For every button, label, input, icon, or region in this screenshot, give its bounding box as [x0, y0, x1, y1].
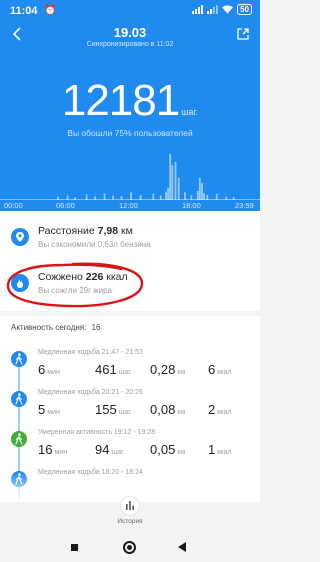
activity-bar	[198, 177, 201, 200]
activity-steps: 94 шаг.	[95, 442, 125, 457]
activity-bar	[201, 183, 203, 200]
activity-bar	[184, 192, 186, 200]
activity-steps: 155 шаг.	[95, 402, 132, 417]
page-title: 19.03	[113, 25, 147, 40]
walking-icon	[11, 391, 27, 407]
distance-label: Расстояние	[38, 225, 95, 237]
sync-status: Синхронизировано в 11:02	[86, 41, 174, 48]
bar-chart-icon	[120, 496, 140, 516]
activity-bar	[174, 161, 177, 200]
time-axis: 00:00 06:00 12:00 18:00 23:59	[0, 201, 260, 211]
app-screen: 11:04 ⏰ 50 19.03 Синхронизировано в 11:0…	[0, 0, 260, 562]
walking-icon	[11, 351, 27, 367]
home-button[interactable]	[123, 541, 136, 554]
steps-header: 11:04 ⏰ 50 19.03 Синхронизировано в 11:0…	[0, 0, 260, 211]
activity-stats: 5 мин 155 шаг. 0,08 км 2 ккал	[38, 401, 253, 417]
activity-bar	[196, 191, 199, 200]
recents-button[interactable]	[71, 544, 78, 551]
activity-distance: 0,05 км	[150, 442, 186, 457]
distance-subtitle: Вы сэкономили 0,63л бензина	[38, 240, 151, 249]
activity-title: Умеренная активность 19:12 - 19:28	[38, 429, 156, 436]
activity-item[interactable]: Медленная ходьба 20:21 - 20:26 5 мин 155 ш…	[0, 389, 260, 429]
alarm-icon: ⏰	[44, 5, 57, 16]
steps-counter: 12181 шаг.	[0, 76, 260, 126]
activity-bar	[169, 154, 172, 200]
activity-distance: 0,28 км	[150, 362, 186, 377]
activity-title: Медленная ходьба 20:21 - 20:26	[38, 389, 143, 396]
time-tick: 23:59	[235, 201, 254, 210]
activity-bar	[167, 187, 169, 200]
time-tick: 18:00	[182, 201, 201, 210]
activity-bar	[203, 193, 205, 200]
activity-bar	[165, 191, 167, 200]
activity-distance: 0,08 км	[150, 402, 186, 417]
activity-minutes: 16 мин	[38, 442, 68, 457]
activities-title: Активность сегодня:	[11, 323, 87, 332]
activities-header: Активность сегодня: 16	[11, 323, 100, 332]
activity-calories: 2 ккал	[208, 402, 232, 417]
status-time: 11:04	[10, 5, 38, 17]
wifi-icon	[222, 5, 234, 14]
activity-calories: 1 ккал	[208, 442, 232, 457]
location-pin-icon	[11, 228, 29, 246]
activity-stats: 16 мин 94 шаг. 0,05 км 1 ккал	[38, 441, 253, 457]
activity-chart	[0, 154, 260, 200]
activity-bar	[171, 165, 174, 200]
history-button[interactable]: История	[105, 496, 155, 528]
activity-stats: 6 мин 461 шаг. 0,28 км 6 ккал	[38, 361, 253, 377]
history-label: История	[117, 518, 143, 525]
time-tick: 06:00	[56, 201, 75, 210]
activities-count: 16	[91, 323, 101, 332]
distance-title: Расстояние 7,98 км	[38, 225, 133, 237]
time-tick: 12:00	[119, 201, 138, 210]
time-tick: 00:00	[4, 201, 23, 210]
highlight-circle	[6, 262, 144, 308]
back-button[interactable]	[178, 542, 186, 552]
activity-title: Медленная ходьба 21:47 - 21:53	[38, 349, 143, 356]
activity-item[interactable]: Умеренная активность 19:12 - 19:28 16 мин…	[0, 429, 260, 469]
activity-minutes: 6 мин	[38, 362, 60, 377]
activity-bar	[177, 177, 180, 200]
activity-steps: 461 шаг.	[95, 362, 132, 377]
distance-value: 7,98	[97, 225, 119, 237]
battery-indicator: 50	[237, 4, 252, 15]
activity-calories: 6 ккал	[208, 362, 232, 377]
status-icons: 50	[192, 4, 252, 15]
steps-caption: Вы обошли 75% пользователей	[67, 128, 193, 138]
system-nav-bar	[0, 532, 260, 562]
activity-bar	[103, 193, 106, 200]
distance-unit: км	[121, 225, 133, 237]
signal-icon	[192, 5, 204, 14]
signal-icon-2	[207, 5, 219, 14]
steps-unit: шаг.	[181, 107, 199, 117]
status-bar: 11:04 ⏰ 50	[0, 0, 260, 22]
share-icon[interactable]	[236, 27, 250, 41]
steps-value: 12181	[61, 76, 180, 125]
activity-bar	[130, 192, 132, 200]
activity-item[interactable]: Медленная ходьба 21:47 - 21:53 6 мин 461 ш…	[0, 349, 260, 389]
hiking-icon	[11, 431, 27, 447]
activity-minutes: 5 мин	[38, 402, 60, 417]
